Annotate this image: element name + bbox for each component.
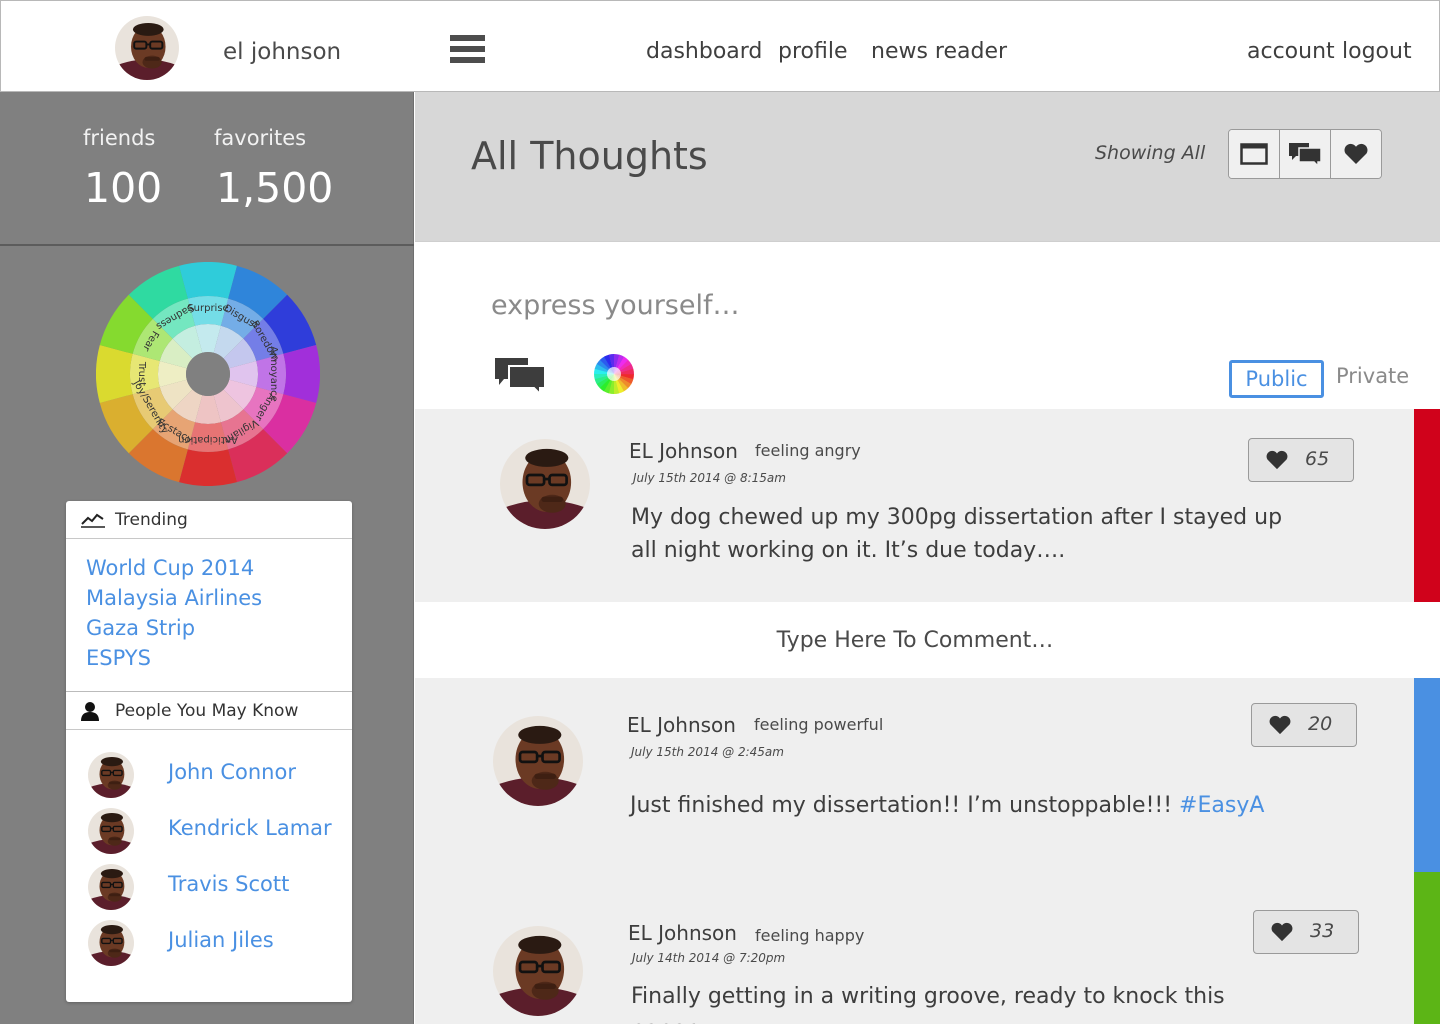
color-picker-icon[interactable] <box>593 353 635 395</box>
favorites-count[interactable]: 1,500 <box>216 164 333 212</box>
person-name[interactable]: John Connor <box>168 760 296 784</box>
post-text: Finally getting in a writing groove, rea… <box>631 984 1225 1024</box>
conversation-icon[interactable] <box>494 357 546 395</box>
thought-composer: Public Private <box>415 243 1440 409</box>
public-toggle-button[interactable]: Public <box>1229 360 1324 398</box>
post-author-name[interactable]: EL Johnson <box>629 439 738 463</box>
favorites-label: favorites <box>214 126 307 150</box>
post-card: EL Johnson feeling powerful July 15th 20… <box>415 678 1440 872</box>
person-name[interactable]: Julian Jiles <box>168 928 274 952</box>
emotion-wheel[interactable]: SurpriseDisgustBoredomAnnoyanceAngerVigi… <box>96 262 320 486</box>
like-button[interactable]: 33 <box>1253 910 1359 954</box>
wheel-segment[interactable] <box>179 262 237 299</box>
conversation-icon <box>1289 143 1322 166</box>
person-avatar[interactable] <box>88 864 134 910</box>
nav-link-dashboard[interactable]: dashboard <box>646 39 762 64</box>
trending-item[interactable]: Malaysia Airlines <box>86 583 262 613</box>
person-row[interactable]: John Connor <box>88 752 338 798</box>
post-author-avatar[interactable] <box>500 439 590 529</box>
like-count: 65 <box>1305 448 1330 470</box>
post-timestamp: July 15th 2014 @ 2:45am <box>631 745 784 759</box>
person-avatar[interactable] <box>88 752 134 798</box>
favorites-view-toggle[interactable] <box>1331 130 1381 178</box>
person-row[interactable]: Julian Jiles <box>88 920 338 966</box>
like-button[interactable]: 65 <box>1248 438 1354 482</box>
heart-icon <box>1344 143 1368 164</box>
trending-item[interactable]: Gaza Strip <box>86 613 262 643</box>
post-text: Just finished my dissertation!! I’m unst… <box>630 789 1290 822</box>
post-timestamp: July 15th 2014 @ 8:15am <box>633 471 786 485</box>
trending-header: Trending <box>66 501 352 539</box>
post-timestamp: July 14th 2014 @ 7:20pm <box>632 951 786 965</box>
sidebar-card: Trending World Cup 2014 Malaysia Airline… <box>66 501 352 1002</box>
nav-link-logout[interactable]: logout <box>1342 39 1412 64</box>
friends-label: friends <box>83 126 156 150</box>
nav-link-account[interactable]: account <box>1247 39 1335 64</box>
post-text-content: Just finished my dissertation!! I’m unst… <box>630 793 1180 818</box>
people-header: People You May Know <box>66 692 352 730</box>
comment-input[interactable] <box>415 618 1415 662</box>
single-view-icon <box>1240 143 1268 165</box>
like-button[interactable]: 20 <box>1251 703 1357 747</box>
hamburger-icon[interactable] <box>450 35 485 67</box>
mood-color-strip <box>1414 678 1440 872</box>
trending-item[interactable]: ESPYS <box>86 643 262 673</box>
person-avatar[interactable] <box>88 920 134 966</box>
person-name[interactable]: Kendrick Lamar <box>168 816 332 840</box>
person-name[interactable]: Travis Scott <box>168 872 289 896</box>
post-text: My dog chewed up my 300pg dissertation a… <box>631 505 1283 563</box>
post-feeling: feeling angry <box>755 441 861 460</box>
view-toggle-group <box>1228 129 1382 179</box>
post-author-avatar[interactable] <box>493 926 583 1016</box>
like-count: 20 <box>1308 713 1333 735</box>
person-row[interactable]: Travis Scott <box>88 864 338 910</box>
heart-icon <box>1266 450 1288 470</box>
post-card: EL Johnson feeling happy July 14th 2014 … <box>415 872 1440 1024</box>
private-toggle-button[interactable]: Private <box>1336 364 1409 388</box>
post-author-name[interactable]: EL Johnson <box>627 713 736 737</box>
like-count: 33 <box>1310 920 1335 942</box>
trending-list: World Cup 2014 Malaysia Airlines Gaza St… <box>86 553 262 673</box>
page-title: All Thoughts <box>471 134 708 178</box>
heart-icon <box>1271 922 1293 942</box>
nav-link-profile[interactable]: profile <box>778 39 848 64</box>
trending-title: Trending <box>115 510 188 530</box>
wheel-segment[interactable] <box>179 449 237 486</box>
user-avatar[interactable] <box>115 16 179 80</box>
hashtag-link[interactable]: #EasyA <box>1179 793 1264 818</box>
post-feeling: feeling powerful <box>754 715 884 734</box>
friends-count[interactable]: 100 <box>84 164 162 212</box>
wheel-segment[interactable] <box>283 345 320 403</box>
mood-color-strip <box>1414 872 1440 1024</box>
post-feeling: feeling happy <box>755 926 865 945</box>
post-card: EL Johnson feeling angry July 15th 2014 … <box>415 409 1440 602</box>
wheel-segment[interactable] <box>96 345 133 403</box>
people-title: People You May Know <box>115 701 299 721</box>
comment-box <box>415 602 1440 678</box>
top-navigation-bar: el johnson dashboard profile news reader… <box>0 0 1440 92</box>
person-avatar[interactable] <box>88 808 134 854</box>
person-row[interactable]: Kendrick Lamar <box>88 808 338 854</box>
person-icon <box>81 702 99 721</box>
post-author-name[interactable]: EL Johnson <box>628 921 737 945</box>
heart-icon <box>1269 715 1291 735</box>
mood-color-strip <box>1414 409 1440 602</box>
wheel-emotion-label: Trust <box>136 361 147 386</box>
thoughts-header: All Thoughts Showing All <box>415 92 1440 242</box>
trending-item[interactable]: World Cup 2014 <box>86 553 262 583</box>
wheel-center-hole <box>186 352 230 396</box>
user-name[interactable]: el johnson <box>223 39 341 65</box>
nav-link-news-reader[interactable]: news reader <box>871 39 1007 64</box>
trend-line-icon <box>81 513 105 528</box>
single-view-toggle[interactable] <box>1229 130 1280 178</box>
conversation-view-toggle[interactable] <box>1280 130 1331 178</box>
sidebar: friends 100 favorites 1,500 Surprise Disg… <box>0 92 414 1024</box>
express-yourself-input[interactable] <box>491 283 991 327</box>
filter-status: Showing All <box>1095 142 1206 164</box>
post-author-avatar[interactable] <box>493 716 583 806</box>
sidebar-divider <box>0 244 414 246</box>
